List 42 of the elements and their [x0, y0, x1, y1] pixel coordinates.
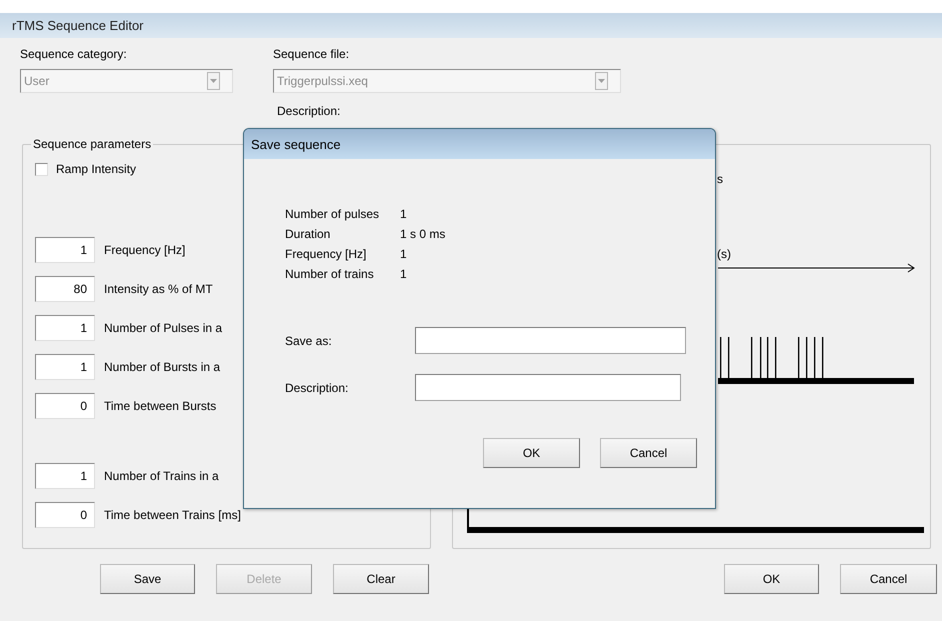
- number-field[interactable]: 0: [35, 502, 95, 528]
- axis-label: s: [717, 172, 723, 186]
- parameter-label: Intensity as % of MT: [104, 282, 213, 296]
- checkbox-label: Ramp Intensity: [56, 162, 136, 176]
- parameter-label: Number of Pulses in a: [104, 321, 222, 335]
- summary-value: 1 s 0 ms: [400, 227, 446, 241]
- filename-field[interactable]: [415, 327, 686, 354]
- summary-value: 1: [400, 247, 407, 261]
- summary-label: Number of pulses: [285, 207, 380, 221]
- parameter-label: Time between Trains [ms]: [104, 508, 241, 522]
- parameter-label: Time between Bursts: [104, 399, 216, 413]
- ok-button[interactable]: OK: [483, 438, 580, 468]
- field-label: Description:: [277, 104, 340, 118]
- field-label: Description:: [285, 380, 350, 394]
- dialog-button[interactable]: OK: [724, 564, 819, 594]
- summary-label: Duration: [285, 227, 330, 241]
- field-label: Save as:: [285, 334, 333, 348]
- field-label: Sequence category:: [20, 47, 127, 61]
- number-field[interactable]: 1: [35, 463, 95, 489]
- checkbox[interactable]: [35, 162, 48, 176]
- axis-label: (s): [717, 247, 731, 261]
- description-field[interactable]: [415, 374, 681, 401]
- dialog-button[interactable]: Clear: [333, 564, 429, 594]
- dialog-title: Save sequence: [251, 136, 341, 152]
- parameter-label: Number of Trains in a: [104, 469, 219, 483]
- group-title: Sequence parameters: [31, 137, 154, 151]
- parameter-label: Frequency [Hz]: [104, 243, 186, 257]
- number-field[interactable]: 80: [35, 276, 95, 302]
- parameter-label: Number of Bursts in a: [104, 360, 220, 374]
- number-field[interactable]: 0: [35, 393, 95, 419]
- summary-label: Frequency [Hz]: [285, 247, 366, 261]
- number-field[interactable]: 1: [35, 315, 95, 341]
- number-field[interactable]: 1: [35, 237, 95, 263]
- summary-label: Number of trains: [285, 267, 374, 281]
- summary-value: 1: [400, 267, 407, 281]
- cancel-button[interactable]: Cancel: [600, 438, 697, 468]
- number-field[interactable]: 1: [35, 354, 95, 380]
- summary-value: 1: [400, 207, 407, 221]
- window-title: rTMS Sequence Editor: [12, 18, 144, 33]
- field-label: Sequence file:: [273, 47, 350, 61]
- dialog-button[interactable]: Save: [100, 564, 195, 594]
- dialog-button[interactable]: Cancel: [840, 564, 937, 594]
